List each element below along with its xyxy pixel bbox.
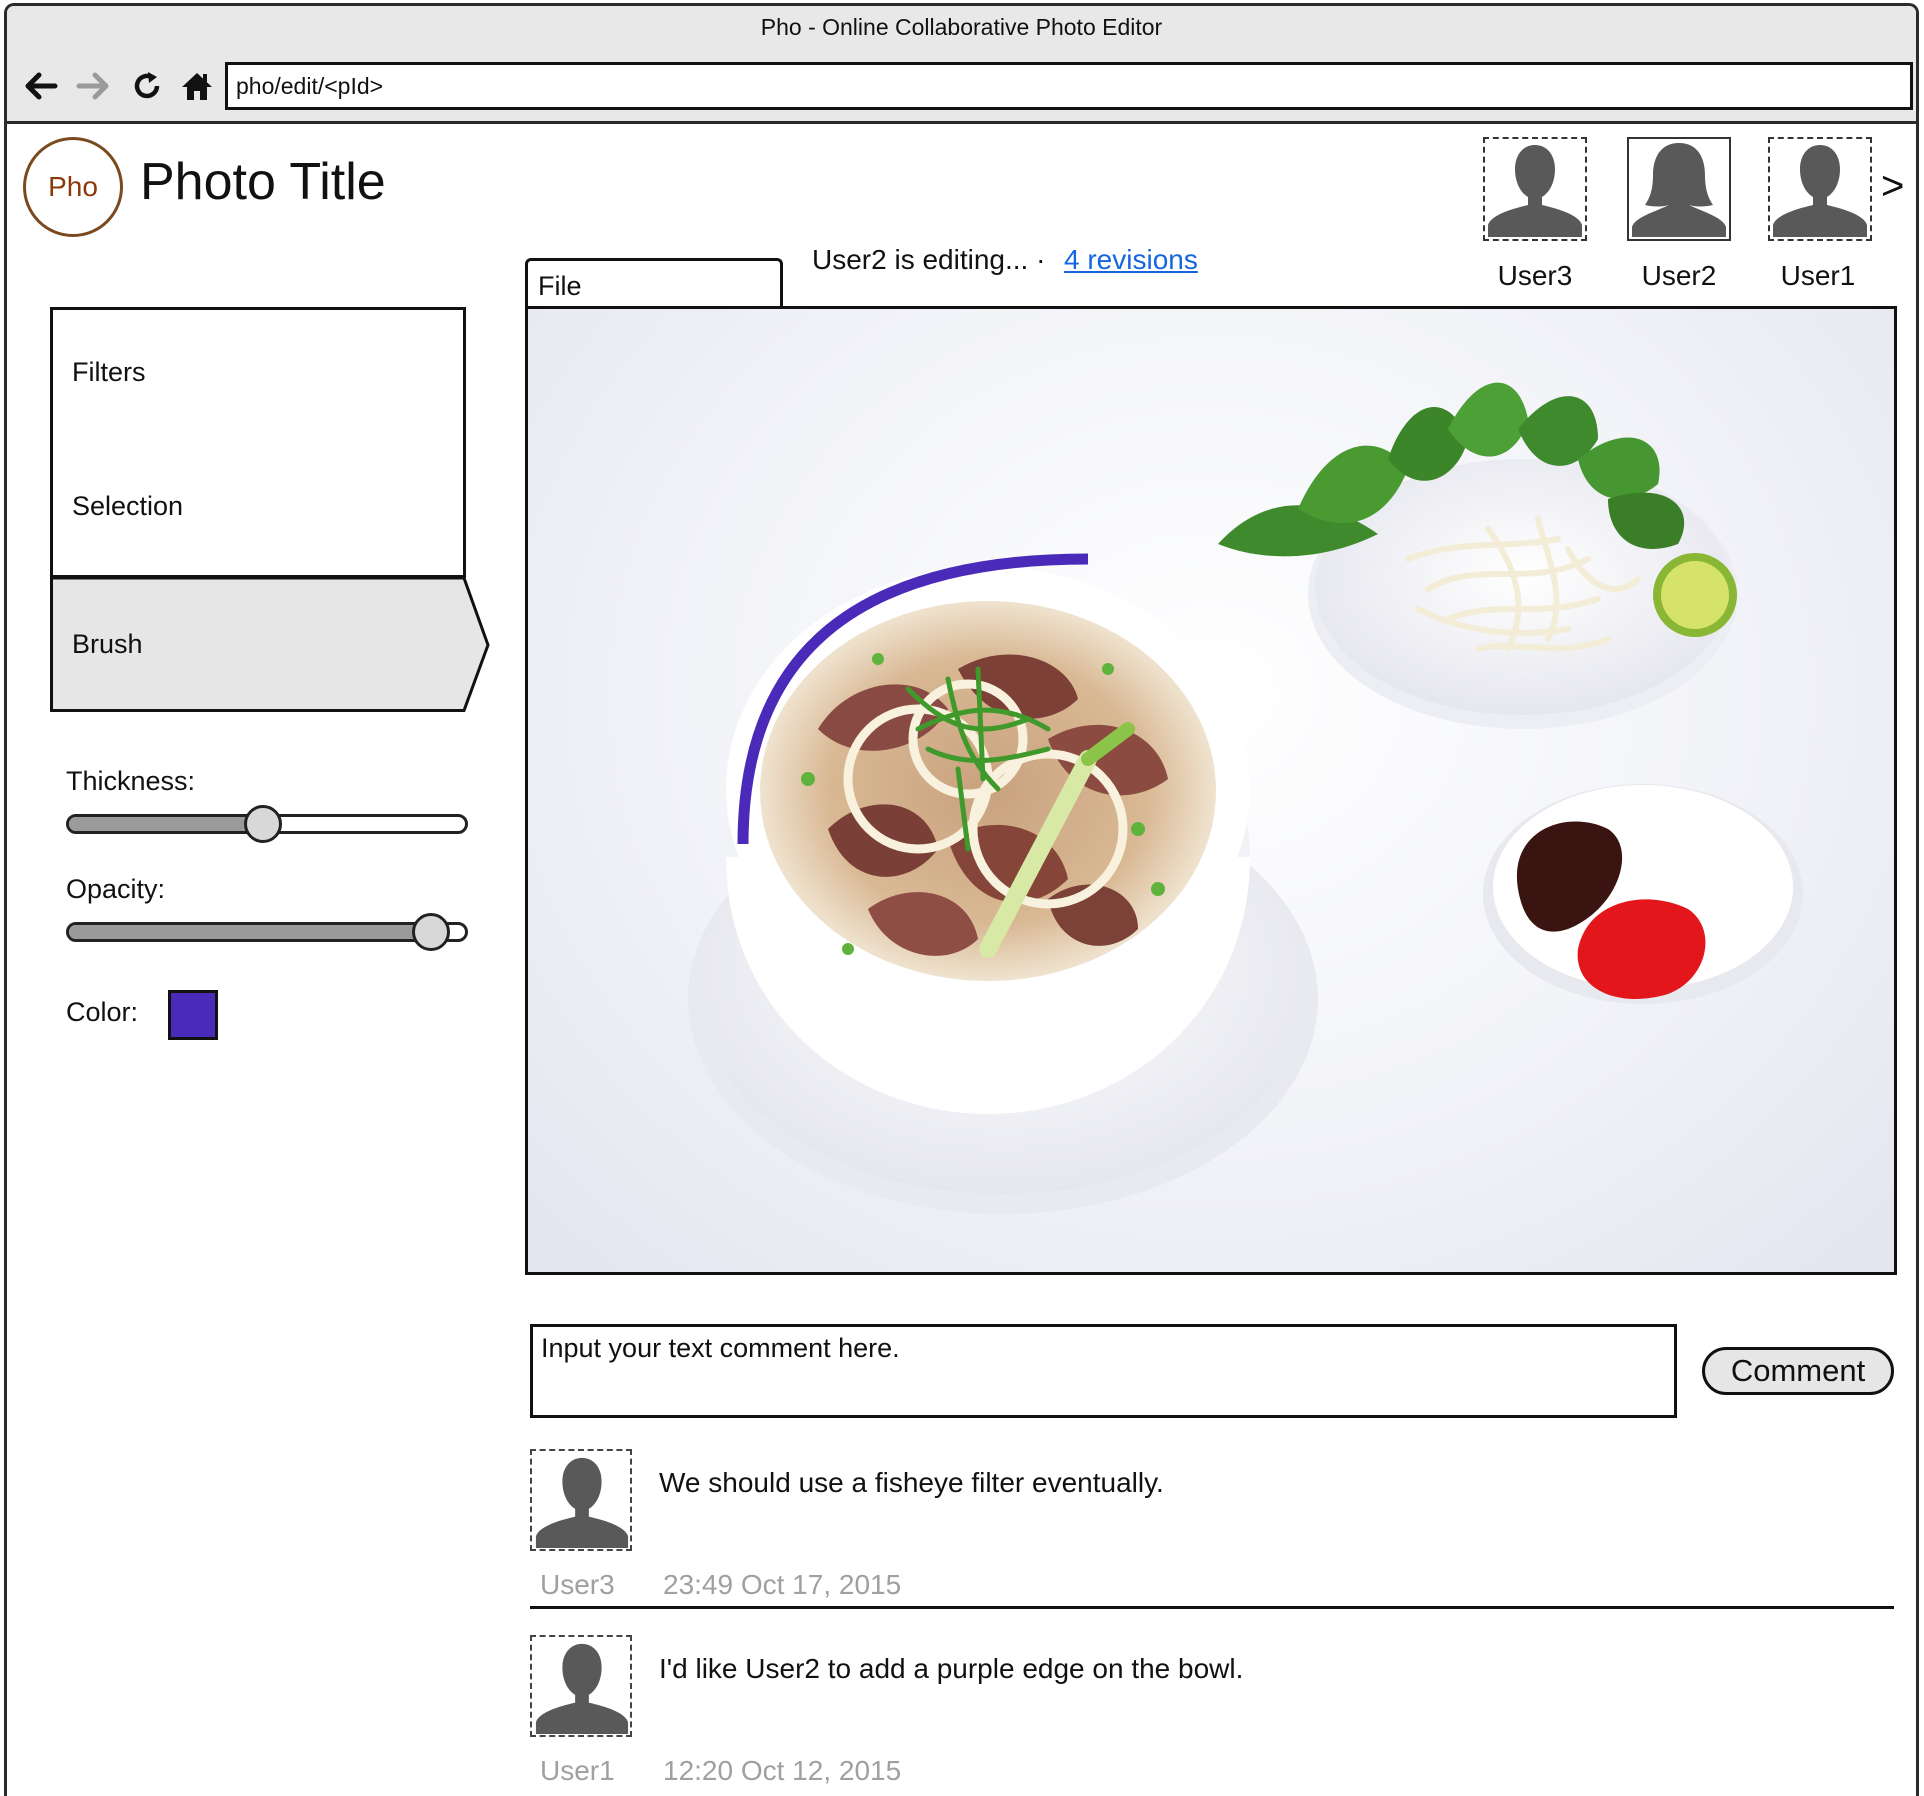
thickness-slider[interactable] [66,794,468,854]
comment-author[interactable]: User3 [540,1569,615,1601]
female-avatar-icon [1632,143,1726,237]
male-avatar-icon [535,1457,629,1549]
reload-icon[interactable] [127,66,167,106]
more-collaborators-button[interactable]: > [1881,164,1904,209]
male-avatar-icon [535,1643,629,1735]
tool-brush[interactable]: Brush [50,619,468,669]
address-bar[interactable]: pho/edit/<pId> [225,62,1913,110]
arrow-right-icon[interactable] [73,66,113,106]
comment-author[interactable]: User1 [540,1755,615,1787]
tool-filters[interactable]: Filters [50,347,468,397]
slider-thumb[interactable] [411,913,450,951]
collaborator-name: User1 [1780,260,1856,291]
tool-panel: Filters Selection Brush [50,307,490,713]
tool-selection[interactable]: Selection [50,481,468,531]
opacity-label: Opacity: [66,874,166,904]
collaborator-avatar-user2[interactable] [1627,137,1731,241]
comment-input[interactable] [530,1324,1677,1418]
comment-divider [530,1606,1894,1609]
file-menu-tab[interactable]: File [525,258,783,310]
thickness-label: Thickness: [66,766,196,796]
slider-track [66,922,468,942]
revisions-link[interactable]: 4 revisions [1064,244,1198,276]
comment-avatar [530,1635,632,1737]
arrow-left-icon[interactable] [21,66,61,106]
opacity-slider[interactable] [66,902,468,962]
editing-status: User2 is editing... · [812,244,1046,275]
window-title: Pho - Online Collaborative Photo Editor [760,14,1163,40]
photo-canvas[interactable] [525,306,1897,1275]
browser-window: Pho - Online Collaborative Photo Editor … [4,3,1919,1796]
comment-timestamp: 12:20 Oct 12, 2015 [663,1755,902,1786]
photo-title: Photo Title [140,153,386,211]
comment-text: We should use a fisheye filter eventuall… [659,1467,1164,1498]
color-label: Color: [66,997,139,1027]
comment-timestamp: 23:49 Oct 17, 2015 [663,1569,902,1600]
pho-photo [688,382,1803,1214]
slider-thumb[interactable] [244,805,283,843]
home-icon[interactable] [177,66,217,106]
pho-logo[interactable]: Pho [23,137,123,237]
collaborator-name: User3 [1497,260,1573,291]
male-avatar-icon [1773,145,1867,237]
color-swatch[interactable] [168,990,218,1040]
comment-text: I'd like User2 to add a purple edge on t… [659,1653,1244,1684]
slider-fill [69,925,434,939]
male-avatar-icon [1488,145,1582,237]
collaborator-name: User2 [1641,260,1717,291]
comment-avatar [530,1449,632,1551]
collaborator-avatar-user1[interactable] [1768,137,1872,241]
slider-fill [69,817,267,831]
collaborator-avatar-user3[interactable] [1483,137,1587,241]
comment-button[interactable]: Comment [1702,1347,1894,1395]
browser-titlebar: Pho - Online Collaborative Photo Editor … [7,6,1916,124]
